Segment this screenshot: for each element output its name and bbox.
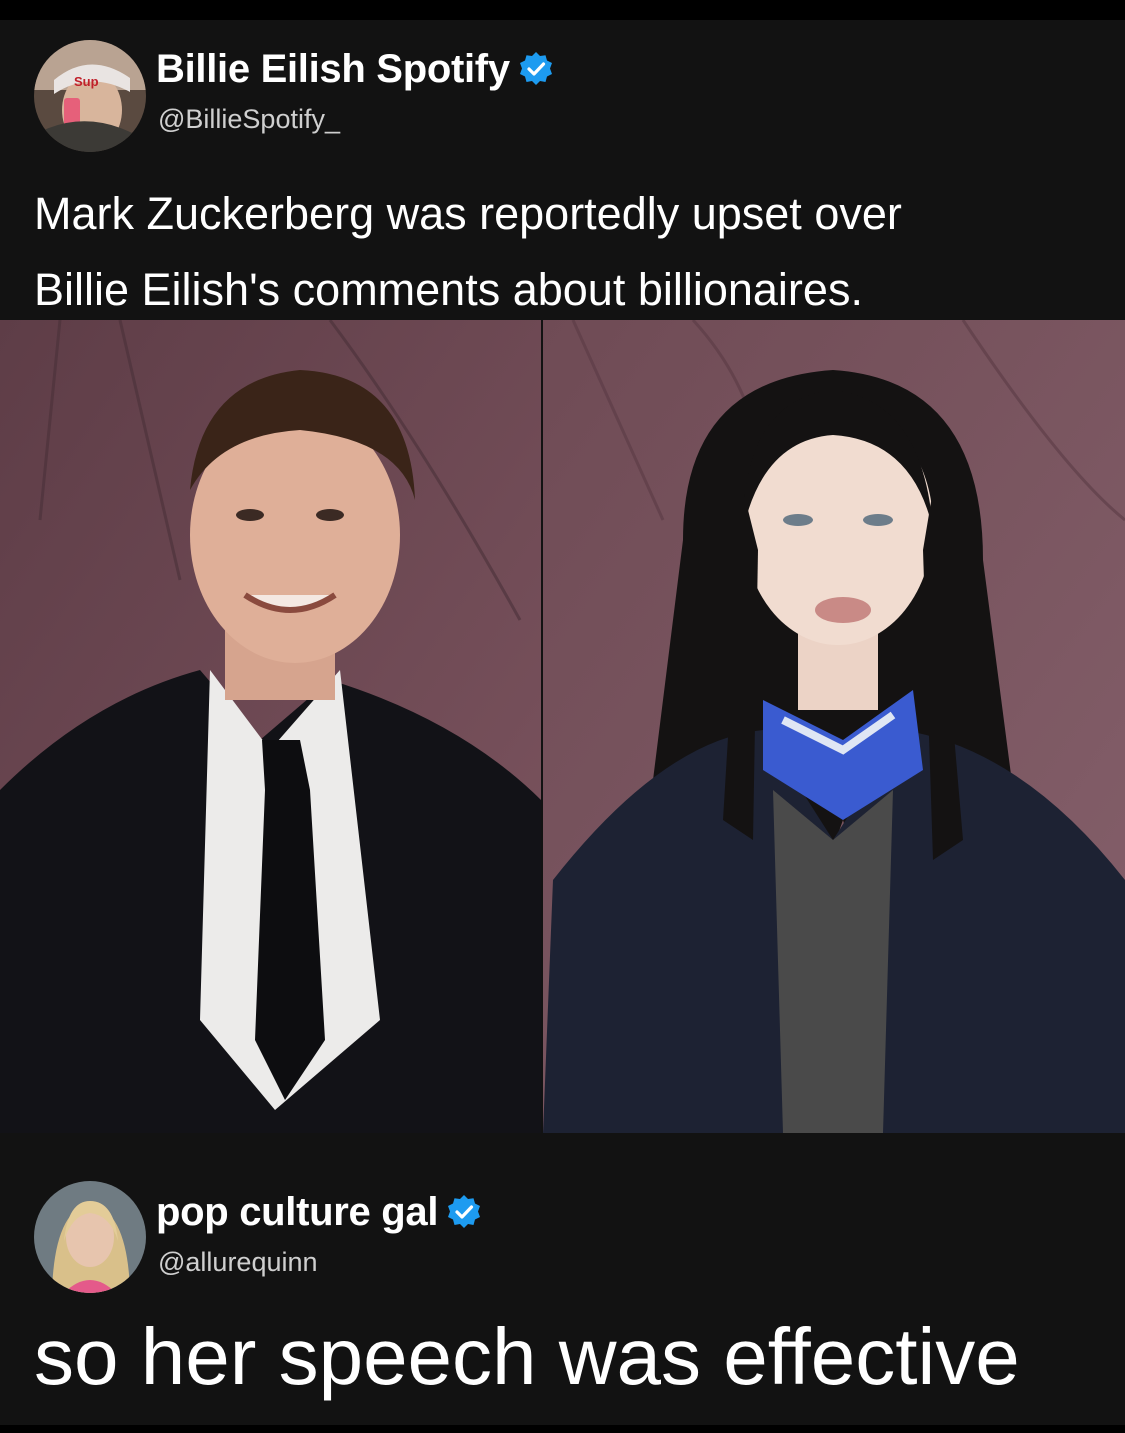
author-name-row: Billie Eilish Spotify: [156, 46, 554, 92]
bottom-strip: [0, 1425, 1125, 1433]
post-text-line: so her speech was effective: [34, 1312, 1020, 1401]
author-name[interactable]: pop culture gal: [156, 1189, 438, 1235]
reply-post[interactable]: pop culture gal @allurequinn so her spee…: [0, 1133, 1125, 1425]
attached-photo-right[interactable]: [543, 320, 1125, 1133]
svg-text:Sup: Sup: [74, 74, 99, 89]
author-name-row: pop culture gal: [156, 1189, 482, 1235]
author-handle[interactable]: @BillieSpotify_: [158, 104, 340, 135]
quoted-post[interactable]: Sup Billie Eilish Spotify @BillieSpotify…: [0, 20, 1125, 320]
post-text: Mark Zuckerberg was reportedly upset ove…: [34, 176, 1094, 328]
author-avatar[interactable]: [34, 1181, 146, 1293]
author-name[interactable]: Billie Eilish Spotify: [156, 46, 510, 92]
post-text-line: Billie Eilish's comments about billionai…: [34, 264, 863, 315]
top-strip: [0, 0, 1125, 20]
post-text: so her speech was effective: [34, 1309, 1020, 1405]
verified-check-icon: [446, 1194, 482, 1230]
author-handle[interactable]: @allurequinn: [158, 1247, 318, 1278]
attached-photos: [0, 320, 1125, 1133]
attached-photo-left[interactable]: [0, 320, 541, 1133]
post-text-line: Mark Zuckerberg was reportedly upset ove…: [34, 188, 902, 239]
verified-check-icon: [518, 51, 554, 87]
author-avatar[interactable]: Sup: [34, 40, 146, 152]
